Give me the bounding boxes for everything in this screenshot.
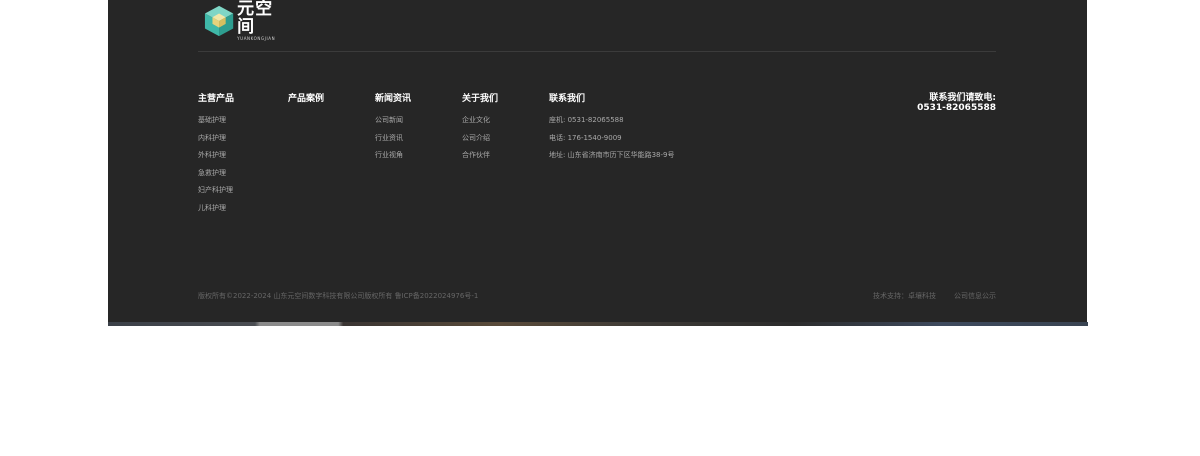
footer-link[interactable]: 行业视角 xyxy=(375,150,411,160)
column-title[interactable]: 联系我们 xyxy=(549,93,674,105)
tech-support-link[interactable]: 技术支持：卓壤科技 xyxy=(873,291,936,301)
site-logo[interactable]: 元空间 YUANKONGJIAN xyxy=(204,0,288,41)
cube-logo-icon xyxy=(204,5,234,37)
hotline-number: 0531-82065588 xyxy=(917,103,996,113)
footer-link[interactable]: 儿科护理 xyxy=(198,203,234,213)
footer-column-cases: 产品案例 xyxy=(288,93,324,115)
column-title[interactable]: 关于我们 xyxy=(462,93,498,105)
company-info-link[interactable]: 公司信息公示 xyxy=(954,291,996,301)
column-title[interactable]: 主营产品 xyxy=(198,93,234,105)
footer-column-products: 主营产品 基础护理 内科护理 外科护理 急救护理 妇产科护理 儿科护理 xyxy=(198,93,234,220)
contact-mobile: 电话: 176-1540-9009 xyxy=(549,133,622,142)
footer-link[interactable]: 公司介绍 xyxy=(462,133,498,143)
footer-link[interactable]: 行业资讯 xyxy=(375,133,411,143)
logo-name: 元空间 xyxy=(237,0,274,37)
hotline-block: 联系我们请致电: 0531-82065588 xyxy=(917,93,996,113)
footer-link[interactable]: 外科护理 xyxy=(198,150,234,160)
site-footer: 元空间 YUANKONGJIAN 主营产品 基础护理 内科护理 外科护理 急救护… xyxy=(108,0,1087,326)
contact-address: 地址: 山东省济南市历下区华能路38-9号 xyxy=(549,151,675,159)
column-title[interactable]: 产品案例 xyxy=(288,93,324,105)
footer-column-contact: 联系我们 座机: 0531-82065588 电话: 176-1540-9009… xyxy=(549,93,674,168)
footer-link[interactable]: 内科护理 xyxy=(198,133,234,143)
footer-column-about: 关于我们 企业文化 公司介绍 合作伙伴 xyxy=(462,93,498,168)
contact-phone: 座机: 0531-82065588 xyxy=(549,116,624,124)
footer-link[interactable]: 公司新闻 xyxy=(375,115,411,125)
footer-column-news: 新闻资讯 公司新闻 行业资讯 行业视角 xyxy=(375,93,411,168)
footer-link[interactable]: 妇产科护理 xyxy=(198,185,234,195)
next-section-edge xyxy=(108,322,1088,326)
footer-link[interactable]: 急救护理 xyxy=(198,168,234,178)
footer-link[interactable]: 合作伙伴 xyxy=(462,150,498,160)
hotline-label: 联系我们请致电: xyxy=(929,93,996,103)
footer-divider xyxy=(198,51,996,52)
bottom-links: 技术支持：卓壤科技 公司信息公示 xyxy=(873,291,996,301)
column-title[interactable]: 新闻资讯 xyxy=(375,93,411,105)
logo-subtitle: YUANKONGJIAN xyxy=(237,36,276,41)
copyright-text[interactable]: 版权所有©2022-2024 山东元空间数字科技有限公司版权所有 鲁ICP备20… xyxy=(198,291,478,301)
footer-link[interactable]: 基础护理 xyxy=(198,115,234,125)
footer-link[interactable]: 企业文化 xyxy=(462,115,498,125)
